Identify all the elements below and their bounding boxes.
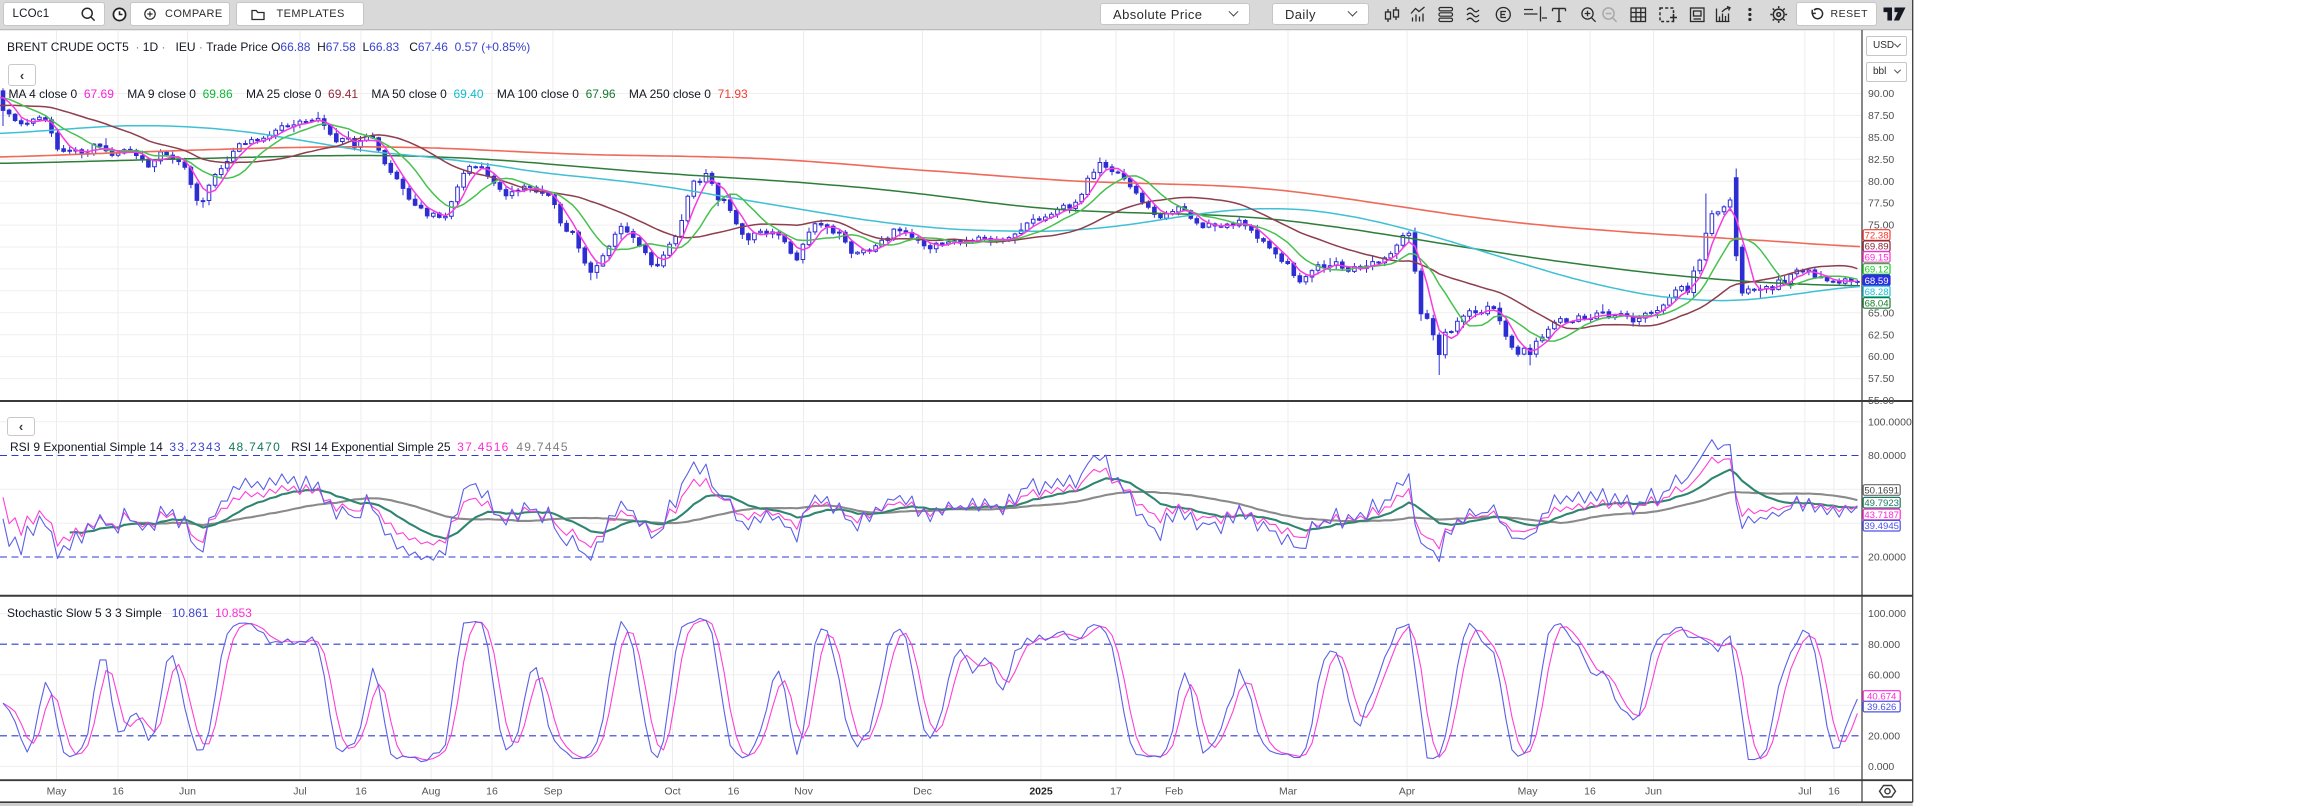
svg-text:82.50: 82.50 [1868,154,1894,166]
svg-text:80.0000: 80.0000 [1868,450,1906,462]
svg-text:Feb: Feb [1165,786,1183,798]
svg-text:Mar: Mar [1279,786,1298,798]
svg-text:50.1691: 50.1691 [1864,486,1899,497]
svg-text:0.000: 0.000 [1868,761,1894,773]
svg-text:16: 16 [1584,786,1596,798]
svg-text:85.00: 85.00 [1868,132,1894,144]
svg-text:69.12: 69.12 [1865,264,1889,275]
svg-text:Jul: Jul [293,786,306,798]
svg-text:16: 16 [728,786,740,798]
svg-text:Apr: Apr [1399,786,1416,798]
svg-text:Nov: Nov [794,786,813,798]
svg-text:May: May [47,786,68,798]
svg-text:39.4945: 39.4945 [1864,521,1899,532]
svg-text:16: 16 [1828,786,1840,798]
svg-text:16: 16 [355,786,367,798]
svg-text:100.000: 100.000 [1868,608,1906,620]
svg-text:80.00: 80.00 [1868,176,1894,188]
svg-text:60.000: 60.000 [1868,669,1900,681]
svg-text:43.7187: 43.7187 [1864,510,1899,521]
svg-text:Dec: Dec [913,786,932,798]
svg-text:16: 16 [486,786,498,798]
svg-text:16: 16 [112,786,124,798]
svg-text:68.28: 68.28 [1865,287,1889,298]
svg-text:69.15: 69.15 [1865,252,1889,263]
svg-text:87.50: 87.50 [1868,110,1894,122]
svg-text:20.000: 20.000 [1868,730,1900,742]
svg-text:100.0000: 100.0000 [1868,416,1912,428]
svg-text:77.50: 77.50 [1868,198,1894,210]
svg-text:55.00: 55.00 [1868,395,1894,407]
svg-text:60.00: 60.00 [1868,351,1894,363]
svg-text:May: May [1518,786,1539,798]
svg-text:Oct: Oct [664,786,680,798]
svg-text:80.000: 80.000 [1868,639,1900,651]
svg-text:Jun: Jun [1645,786,1662,798]
svg-text:62.50: 62.50 [1868,329,1894,341]
svg-text:68.04: 68.04 [1865,298,1890,309]
svg-text:17: 17 [1110,786,1122,798]
svg-text:49.7923: 49.7923 [1864,498,1899,509]
svg-text:72.38: 72.38 [1865,231,1889,242]
svg-text:68.59: 68.59 [1865,276,1889,287]
svg-text:2025: 2025 [1029,786,1053,798]
svg-text:Jun: Jun [179,786,196,798]
svg-text:Jul: Jul [1798,786,1811,798]
svg-text:57.50: 57.50 [1868,373,1894,385]
svg-text:Aug: Aug [422,786,441,798]
svg-text:39.626: 39.626 [1867,702,1896,713]
svg-text:Sep: Sep [544,786,563,798]
svg-text:20.0000: 20.0000 [1868,552,1906,564]
svg-text:90.00: 90.00 [1868,88,1894,100]
